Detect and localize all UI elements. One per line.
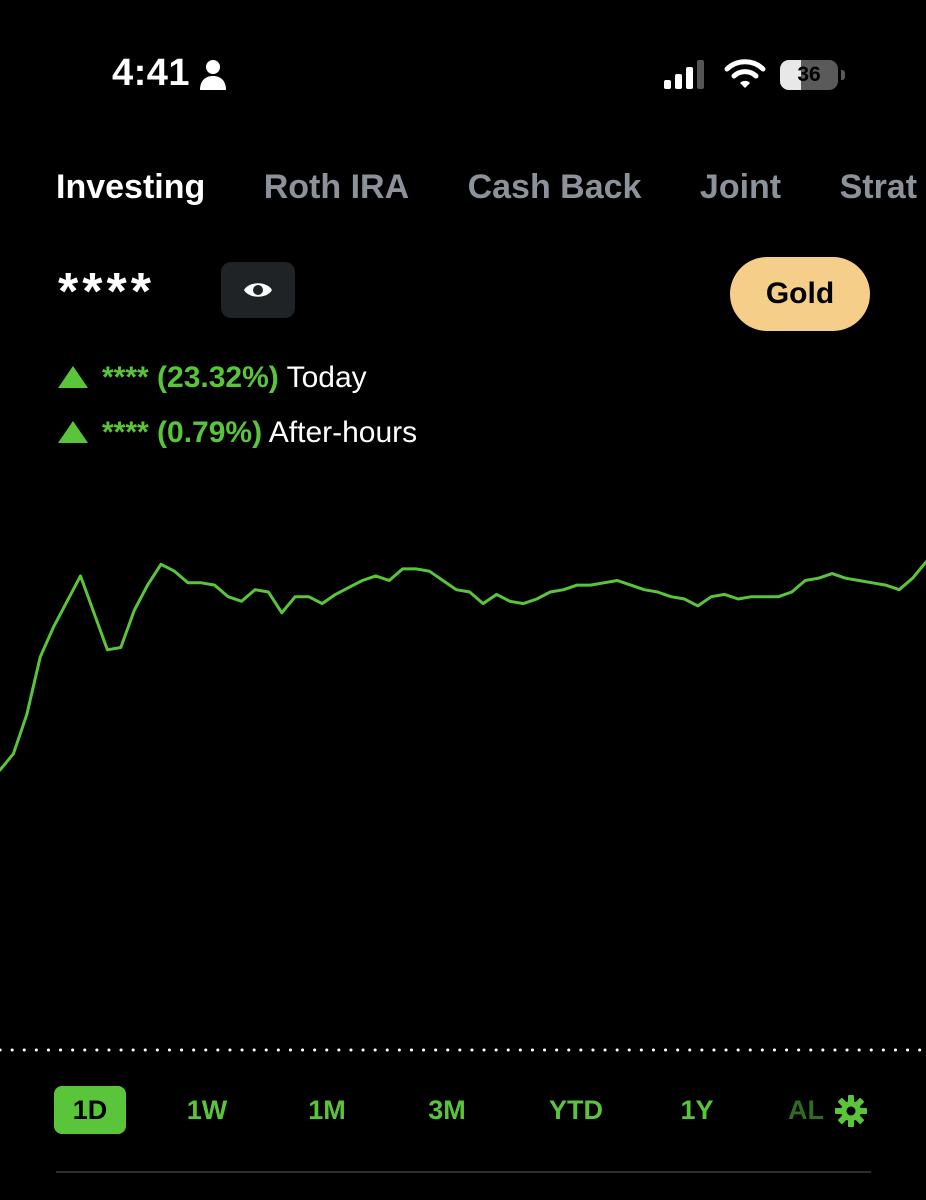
battery-icon: 36: [780, 60, 845, 90]
tab-strategies[interactable]: Strat: [840, 168, 917, 207]
range-1w-button[interactable]: 1W: [170, 1086, 244, 1134]
tab-investing[interactable]: Investing: [56, 168, 205, 207]
after-hours-change-percent: (0.79%): [157, 416, 263, 449]
tab-cash-back[interactable]: Cash Back: [468, 168, 642, 207]
gear-icon[interactable]: [834, 1094, 868, 1128]
status-time: 4:41: [112, 52, 191, 94]
after-hours-change-value: ****: [102, 416, 149, 449]
signal-icon: [664, 60, 704, 89]
gold-button[interactable]: Gold: [730, 257, 870, 331]
range-3m-button[interactable]: 3M: [410, 1086, 484, 1134]
after-hours-change: **** (0.79%) After-hours: [58, 413, 417, 453]
person-icon: [200, 60, 226, 90]
portfolio-balance: ****: [58, 263, 155, 321]
today-change: **** (23.32%) Today: [58, 358, 367, 398]
bottom-divider: [56, 1171, 871, 1173]
series-line: [0, 560, 926, 772]
up-arrow-icon: [58, 421, 88, 444]
tab-roth-ira[interactable]: Roth IRA: [264, 168, 409, 207]
toggle-visibility-button[interactable]: [221, 262, 295, 318]
portfolio-chart[interactable]: [0, 540, 926, 1080]
range-ytd-button[interactable]: YTD: [534, 1086, 618, 1134]
range-1y-button[interactable]: 1Y: [662, 1086, 732, 1134]
range-all-button[interactable]: AL: [780, 1086, 832, 1134]
today-change-percent: (23.32%): [157, 361, 279, 394]
tab-joint[interactable]: Joint: [700, 168, 781, 207]
eye-icon: [244, 283, 272, 297]
up-arrow-icon: [58, 366, 88, 389]
battery-level: 36: [797, 63, 821, 86]
after-hours-label: After-hours: [268, 416, 418, 449]
range-1m-button[interactable]: 1M: [290, 1086, 364, 1134]
range-1d-button[interactable]: 1D: [54, 1086, 126, 1134]
wifi-icon: [724, 59, 766, 88]
range-selector: 1D 1W 1M 3M YTD 1Y AL: [0, 1086, 926, 1138]
today-change-value: ****: [102, 361, 149, 394]
today-label: Today: [286, 361, 367, 394]
account-tabs: Investing Roth IRA Cash Back Joint Strat: [56, 168, 926, 216]
status-bar: 4:41 36: [0, 0, 926, 150]
